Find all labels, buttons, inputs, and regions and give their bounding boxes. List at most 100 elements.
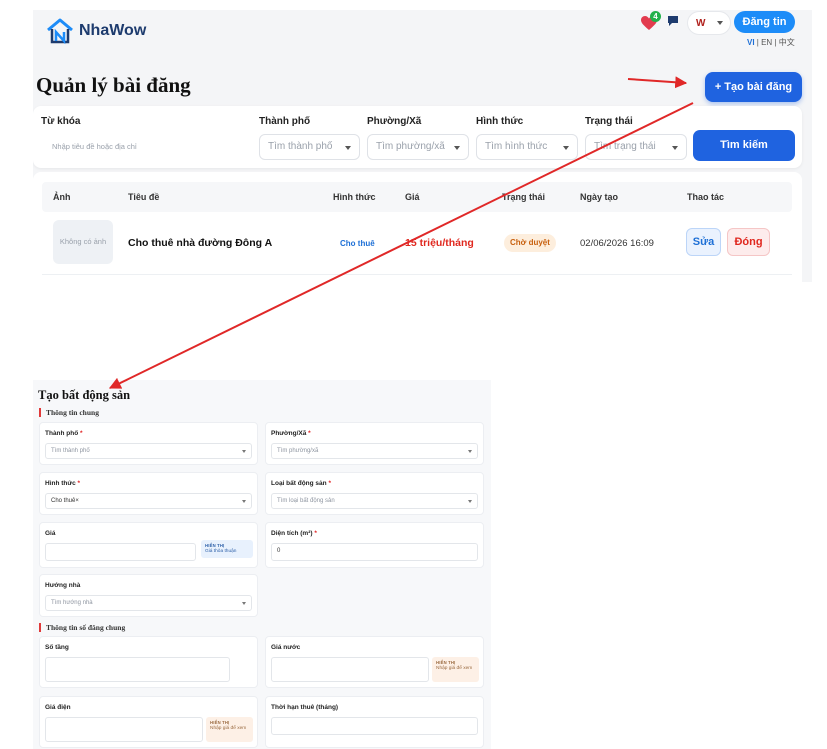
- type-field-label: Hình thức *: [45, 480, 80, 487]
- avatar: W: [696, 17, 706, 29]
- property-type-field-card: Loại bất động sản * Tìm loại bất động sả…: [265, 472, 484, 515]
- city-select-placeholder: Tìm thành phố: [268, 141, 333, 152]
- water-field-label: Giá nước: [271, 644, 301, 651]
- price-field-label: Giá: [45, 530, 56, 537]
- price-chip-text: Giá thỏa thuận: [205, 549, 237, 554]
- required-marker: *: [77, 480, 81, 487]
- type-select-placeholder: Tìm hình thức: [485, 141, 548, 152]
- no-image-placeholder: Không có ảnh: [53, 220, 113, 264]
- property-type-select[interactable]: Tìm loại bất động sản: [271, 493, 478, 509]
- status-label: Trạng thái: [585, 116, 633, 127]
- lang-en[interactable]: EN: [761, 38, 772, 47]
- city-field-select[interactable]: Tìm thành phố: [45, 443, 252, 459]
- electric-field-card: Giá điện HIỂN THỊ Nhập giá để xem: [39, 696, 258, 748]
- form-title: Tạo bất động sản: [38, 388, 131, 402]
- price-field-card: Giá HIỂN THỊ Giá thỏa thuận: [39, 522, 258, 568]
- ward-field-placeholder: Tìm phường/xã: [277, 448, 319, 454]
- ward-field-label: Phường/Xã *: [271, 430, 311, 437]
- col-title: Tiêu đề: [128, 192, 160, 202]
- chevron-down-icon: [242, 450, 246, 453]
- col-actions: Thao tác: [687, 192, 725, 202]
- direction-field-label: Hướng nhà: [45, 582, 81, 589]
- posts-table: Ảnh Tiêu đề Hình thức Giá Trạng thái Ngà…: [33, 172, 802, 282]
- post-type: Cho thuê: [340, 239, 375, 248]
- electric-chip-text: Nhập giá để xem: [210, 726, 247, 731]
- chevron-down-icon: [468, 450, 472, 453]
- area-input[interactable]: 0: [271, 543, 478, 561]
- post-title[interactable]: Cho thuê nhà đường Đông A: [128, 237, 272, 249]
- required-marker: *: [314, 530, 317, 537]
- close-post-button[interactable]: Đóng: [727, 228, 770, 256]
- search-button[interactable]: Tìm kiếm: [693, 130, 795, 161]
- direction-field-card: Hướng nhà Tìm hướng nhà: [39, 574, 258, 617]
- section-specs-title: Thông tin số đăng chung: [39, 623, 125, 632]
- type-field-card: Hình thức * Cho thuê×: [39, 472, 258, 515]
- ward-field-label-text: Phường/Xã: [271, 430, 307, 437]
- water-chip-text: Nhập giá để xem: [436, 666, 473, 671]
- direction-placeholder: Tìm hướng nhà: [51, 600, 93, 606]
- create-post-button[interactable]: + Tạo bài đăng: [705, 72, 802, 102]
- electric-display-chip[interactable]: HIỂN THỊ Nhập giá để xem: [206, 717, 253, 742]
- city-select[interactable]: Tìm thành phố: [259, 134, 360, 160]
- required-marker: *: [308, 430, 311, 437]
- house-logo-icon: [47, 18, 73, 45]
- create-property-form: Tạo bất động sản Thông tin chung Thành p…: [33, 380, 491, 749]
- lease-field-label: Thời hạn thuê (tháng): [271, 704, 339, 711]
- lease-field-card: Thời hạn thuê (tháng): [265, 696, 484, 748]
- price-display-chip[interactable]: HIỂN THỊ Giá thỏa thuận: [201, 540, 253, 558]
- floors-field-card: Số tầng: [39, 636, 258, 688]
- page-title: Quản lý bài đăng: [36, 73, 191, 97]
- header-bar: NhaWow 4 W Đăng tin VI | EN | 中文: [33, 10, 812, 52]
- chevron-down-icon: [563, 146, 569, 150]
- type-field-select[interactable]: Cho thuê×: [45, 493, 252, 509]
- col-image: Ảnh: [53, 192, 71, 202]
- city-label: Thành phố: [259, 116, 311, 127]
- user-menu[interactable]: W: [688, 12, 730, 34]
- direction-select[interactable]: Tìm hướng nhà: [45, 595, 252, 611]
- section-general-title: Thông tin chung: [39, 408, 99, 417]
- required-marker: *: [80, 430, 83, 437]
- area-field-card: Diện tích (m²) * 0: [265, 522, 484, 568]
- ward-field-select[interactable]: Tìm phường/xã: [271, 443, 478, 459]
- ward-select[interactable]: Tìm phường/xã: [367, 134, 469, 160]
- floors-input[interactable]: [45, 657, 230, 682]
- logo[interactable]: NhaWow: [45, 17, 146, 45]
- chevron-down-icon: [717, 21, 723, 25]
- filter-bar: Từ khóa Nhập tiêu đề hoặc địa chỉ Thành …: [33, 106, 802, 168]
- status-badge: Chờ duyệt: [504, 234, 556, 252]
- electric-field-label: Giá điện: [45, 704, 71, 711]
- logo-text: NhaWow: [79, 22, 147, 39]
- post-created-date: 02/06/2026 16:09: [580, 238, 654, 249]
- water-field-card: Giá nước HIỂN THỊ Nhập giá để xem: [265, 636, 484, 688]
- lease-input[interactable]: [271, 717, 478, 735]
- type-label: Hình thức: [476, 116, 524, 127]
- language-switcher: VI | EN | 中文: [747, 38, 795, 47]
- post-price: 15 triệu/tháng: [405, 237, 474, 249]
- city-field-label-text: Thành phố: [45, 430, 79, 437]
- col-price: Giá: [405, 192, 420, 202]
- post-listing-button[interactable]: Đăng tin: [734, 11, 795, 33]
- water-display-chip[interactable]: HIỂN THỊ Nhập giá để xem: [432, 657, 479, 682]
- col-created: Ngày tạo: [580, 192, 619, 202]
- chevron-down-icon: [454, 146, 460, 150]
- chat-icon[interactable]: [666, 14, 680, 28]
- price-input[interactable]: [45, 543, 196, 561]
- ward-label: Phường/Xã: [367, 116, 422, 127]
- type-field-label-text: Hình thức: [45, 480, 76, 487]
- type-field-value: Cho thuê×: [51, 498, 79, 504]
- keyword-input[interactable]: Nhập tiêu đề hoặc địa chỉ: [41, 134, 249, 160]
- ward-select-placeholder: Tìm phường/xã: [376, 141, 445, 152]
- row-divider: [42, 274, 792, 275]
- lang-vi[interactable]: VI: [747, 38, 755, 47]
- electric-price-input[interactable]: [45, 717, 203, 742]
- water-price-input[interactable]: [271, 657, 429, 682]
- lang-zh[interactable]: 中文: [779, 38, 795, 47]
- chevron-down-icon: [242, 500, 246, 503]
- col-status: Trạng thái: [502, 192, 546, 202]
- type-select[interactable]: Tìm hình thức: [476, 134, 578, 160]
- edit-button[interactable]: Sửa: [686, 228, 721, 256]
- ward-field-card: Phường/Xã * Tìm phường/xã: [265, 422, 484, 465]
- property-type-field-label-text: Loại bất động sản: [271, 480, 327, 487]
- status-select[interactable]: Tìm trạng thái: [585, 134, 687, 160]
- floors-field-label: Số tầng: [45, 644, 69, 651]
